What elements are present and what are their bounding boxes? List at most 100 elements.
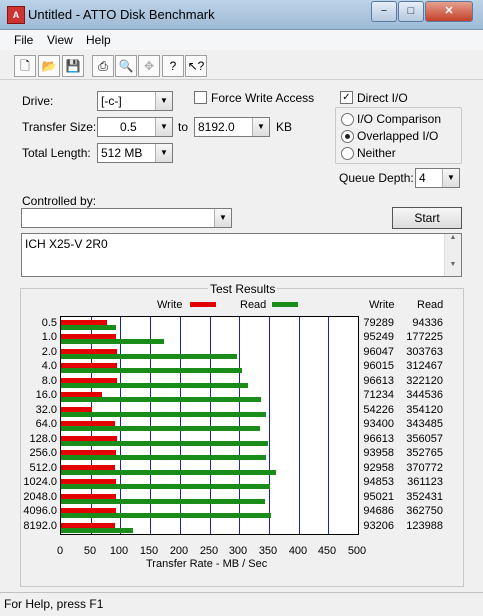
col-read-header: Read — [417, 299, 444, 311]
start-button[interactable]: Start — [392, 207, 462, 229]
scroll-up-icon[interactable]: ▲ — [445, 234, 461, 241]
read-value: 344536 — [406, 389, 443, 402]
queue-depth-select[interactable]: 4 ▼ — [415, 168, 460, 188]
queue-depth-label: Queue Depth: — [339, 171, 414, 185]
open-icon[interactable]: 📂 — [38, 55, 60, 77]
chevron-down-icon[interactable]: ▼ — [155, 118, 172, 136]
legend-write-label: Write — [157, 299, 183, 311]
chevron-down-icon[interactable]: ▼ — [214, 209, 231, 227]
y-tick-label: 8192.0 — [23, 519, 57, 532]
y-tick-label: 2.0 — [41, 345, 57, 358]
write-value: 95249 — [363, 331, 394, 344]
read-value: 123988 — [406, 519, 443, 532]
read-value: 356057 — [406, 432, 443, 445]
read-value: 303763 — [406, 345, 443, 358]
write-value: 93958 — [363, 447, 394, 460]
total-length-select[interactable]: 512 MB ▼ — [97, 143, 173, 163]
title-bar[interactable]: A Untitled - ATTO Disk Benchmark − □ ✕ — [0, 0, 483, 30]
y-tick-label: 128.0 — [29, 432, 57, 445]
x-tick-label: 50 — [83, 545, 97, 557]
description-scrollbar[interactable]: ▲ ▼ — [444, 234, 461, 276]
y-tick-label: 0.5 — [41, 317, 57, 329]
legend-read-label: Read — [240, 299, 267, 311]
y-tick-label: 2048.0 — [23, 490, 57, 503]
window-title: Untitled - ATTO Disk Benchmark — [28, 7, 215, 22]
write-value: 94686 — [363, 505, 394, 518]
x-tick-label: 300 — [228, 545, 248, 557]
x-tick-label: 100 — [109, 545, 129, 557]
transfer-from-value: 0.5 — [120, 120, 137, 134]
close-icon[interactable]: ✕ — [425, 1, 473, 22]
print-preview-icon[interactable]: 🔍 — [115, 55, 137, 77]
drive-select[interactable]: [-c-] ▼ — [97, 91, 173, 111]
read-bar — [61, 527, 133, 533]
x-tick-label: 350 — [258, 545, 278, 557]
chevron-down-icon[interactable]: ▼ — [155, 92, 172, 110]
new-icon[interactable]: 🗋 — [14, 55, 36, 77]
scroll-down-icon[interactable]: ▼ — [445, 261, 461, 268]
menu-file[interactable]: File — [14, 33, 33, 47]
read-value: 312467 — [406, 360, 443, 373]
y-tick-label: 32.0 — [35, 403, 57, 416]
force-write-label: Force Write Access — [211, 91, 315, 105]
direct-io-label: Direct I/O — [357, 91, 408, 105]
maximize-icon[interactable]: □ — [398, 1, 424, 22]
move-icon[interactable]: ✥ — [138, 55, 160, 77]
direct-io-checkbox[interactable]: ✓ — [340, 91, 353, 104]
transfer-size-label: Transfer Size: — [22, 120, 97, 134]
write-value: 96047 — [363, 345, 394, 358]
chevron-down-icon[interactable]: ▼ — [442, 169, 459, 187]
write-value: 96613 — [363, 374, 394, 387]
minimize-icon[interactable]: − — [371, 1, 397, 22]
chevron-down-icon[interactable]: ▼ — [252, 118, 269, 136]
write-value: 94853 — [363, 476, 394, 489]
print-icon[interactable]: ⎙ — [92, 55, 114, 77]
io-comparison-label: I/O Comparison — [357, 112, 442, 126]
menu-view[interactable]: View — [47, 33, 73, 47]
radio-io-comparison[interactable] — [341, 113, 354, 126]
x-tick-label: 250 — [199, 545, 219, 557]
total-length-label: Total Length: — [22, 146, 91, 160]
read-bar — [61, 469, 277, 475]
transfer-to-value: 8192.0 — [198, 120, 235, 134]
y-tick-label: 1024.0 — [23, 476, 57, 489]
neither-label: Neither — [357, 146, 396, 160]
save-icon[interactable]: 💾 — [62, 55, 84, 77]
menu-help[interactable]: Help — [86, 33, 111, 47]
y-tick-label: 1.0 — [41, 331, 57, 344]
context-help-icon[interactable]: ↖? — [185, 55, 207, 77]
write-value: 54226 — [363, 403, 394, 416]
test-results-title: Test Results — [208, 282, 278, 296]
read-bar — [61, 397, 261, 403]
description-field[interactable]: ICH X25-V 2R0 ▲ ▼ — [21, 233, 462, 277]
chevron-down-icon[interactable]: ▼ — [155, 144, 172, 162]
legend-read-swatch — [272, 302, 298, 307]
controlled-by-select[interactable]: ▼ — [21, 208, 232, 228]
write-value: 92958 — [363, 461, 394, 474]
x-tick-label: 150 — [139, 545, 159, 557]
read-bar — [61, 455, 266, 461]
controlled-by-label: Controlled by: — [22, 194, 97, 208]
transfer-to-label: to — [178, 120, 189, 134]
transfer-from-select[interactable]: 0.5 ▼ — [97, 117, 173, 137]
help-icon[interactable]: ? — [162, 55, 184, 77]
x-tick-label: 450 — [317, 545, 337, 557]
x-tick-label: 0 — [56, 545, 64, 557]
read-bar — [61, 368, 243, 374]
status-text: For Help, press F1 — [4, 597, 104, 611]
read-value: 322120 — [406, 374, 443, 387]
read-bar — [61, 513, 272, 519]
overlapped-io-label: Overlapped I/O — [357, 129, 439, 143]
total-length-value: 512 MB — [101, 146, 143, 160]
force-write-checkbox[interactable] — [194, 91, 207, 104]
y-tick-label: 256.0 — [29, 447, 57, 460]
read-bar — [61, 411, 267, 417]
y-tick-label: 16.0 — [35, 389, 57, 402]
radio-neither[interactable] — [341, 147, 354, 160]
transfer-to-select[interactable]: 8192.0 ▼ — [194, 117, 270, 137]
read-value: 352431 — [406, 490, 443, 503]
atto-app-icon[interactable]: A — [7, 6, 25, 24]
radio-overlapped-io[interactable] — [341, 130, 354, 143]
write-value: 96015 — [363, 360, 394, 373]
y-tick-label: 512.0 — [29, 461, 57, 474]
